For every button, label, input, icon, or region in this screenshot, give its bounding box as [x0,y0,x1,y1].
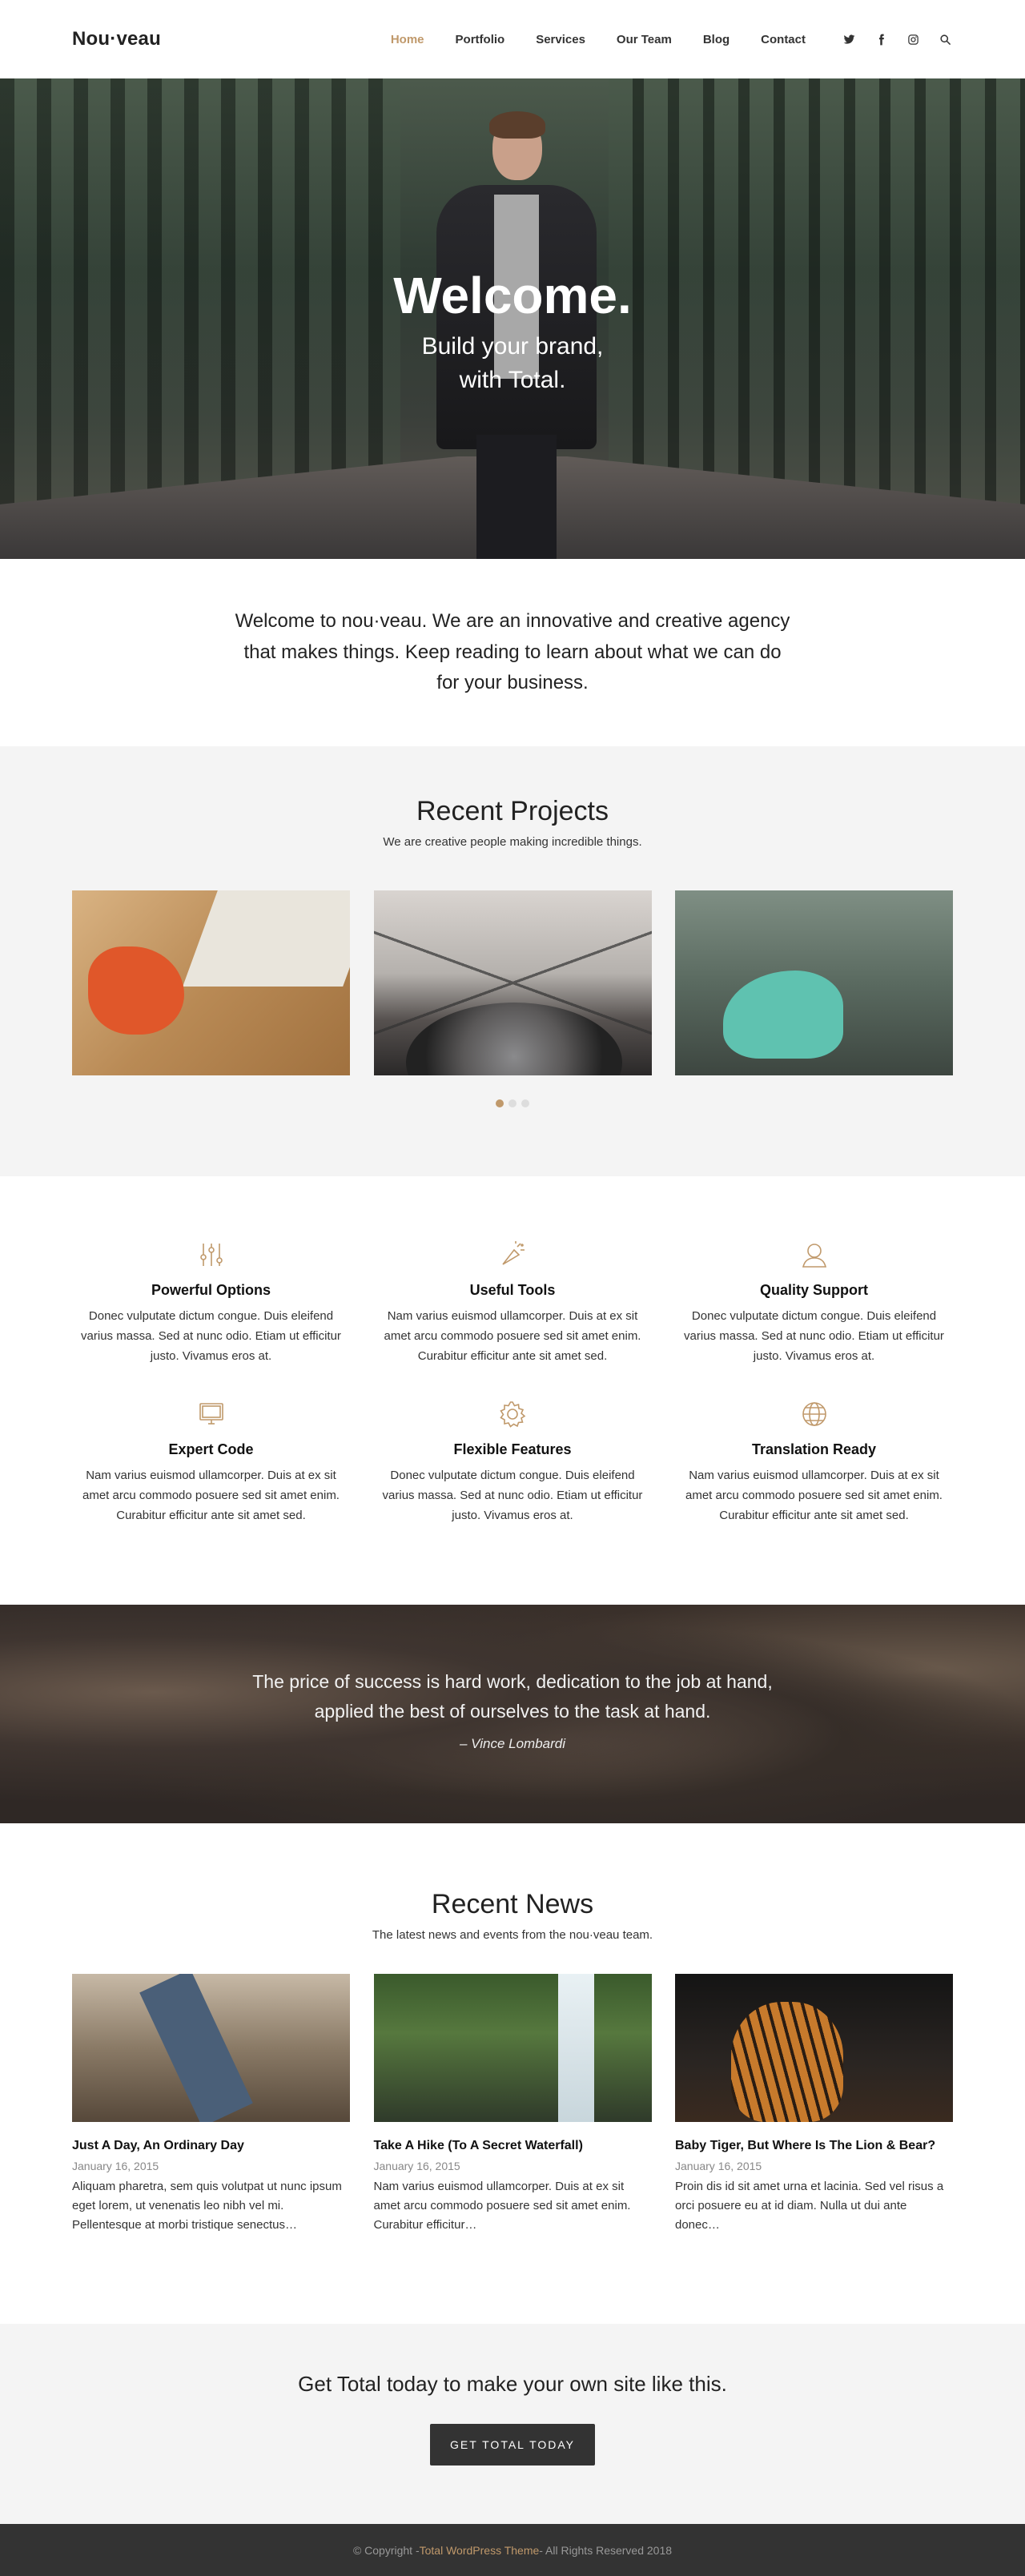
feature-powerful-options: Powerful Options Donec vulputate dictum … [72,1239,350,1366]
hero-subtitle-line1: Build your brand, [421,333,604,360]
project-image-desk[interactable] [72,890,350,1075]
feature-text: Nam varius euismod ullamcorper. Duis at … [685,1469,943,1522]
news-post-excerpt: Aliquam pharetra, sem quis volutpat ut n… [72,2180,342,2232]
carousel-dot-1[interactable] [496,1099,504,1107]
intro-text: Welcome to nou·veau. We are an innovativ… [235,610,790,694]
site-header: Nou·veau Home Portfolio Services Our Tea… [0,0,1025,78]
site-footer: © Copyright - Total WordPress Theme - Al… [0,2524,1025,2576]
quote-section: The price of success is hard work, dedic… [0,1605,1025,1823]
carousel-dot-3[interactable] [521,1099,529,1107]
nav-portfolio[interactable]: Portfolio [456,33,505,46]
carousel-dot-2[interactable] [508,1099,517,1107]
projects-carousel [0,890,1025,1075]
recent-projects-section: Recent Projects We are creative people m… [0,746,1025,1176]
news-post-title[interactable]: Baby Tiger, But Where Is The Lion & Bear… [675,2139,953,2153]
hero-title: Welcome. [393,267,632,324]
monitor-icon [195,1398,227,1430]
quote-text: The price of success is hard work, dedic… [252,1671,773,1722]
feature-flexible-features: Flexible Features Donec vulputate dictum… [374,1398,652,1525]
main-nav: Home Portfolio Services Our Team Blog Co… [360,31,953,47]
feature-text: Donec vulputate dictum congue. Duis elei… [382,1469,643,1522]
footer-prefix: © Copyright - [352,2543,420,2557]
feature-text: Nam varius euismod ullamcorper. Duis at … [384,1309,641,1363]
globe-icon [798,1398,830,1430]
nav-our-team[interactable]: Our Team [617,33,672,46]
gear-icon [496,1398,529,1430]
projects-subtitle: We are creative people making incredible… [383,835,642,849]
news-card: Just A Day, An Ordinary Day January 16, … [72,1974,350,2235]
hero-text: Welcome. Build your brand, with Total. [0,267,1025,397]
news-image[interactable] [72,1974,350,2122]
twitter-icon[interactable] [841,31,857,47]
site-logo[interactable]: Nou·veau [72,28,161,50]
intro-section: Welcome to nou·veau. We are an innovativ… [0,559,1025,746]
feature-translation-ready: Translation Ready Nam varius euismod ull… [675,1398,953,1525]
news-post-excerpt: Proin dis id sit amet urna et lacinia. S… [675,2180,944,2232]
news-post-title[interactable]: Just A Day, An Ordinary Day [72,2139,350,2153]
facebook-icon[interactable] [873,31,889,47]
news-card: Take A Hike (To A Secret Waterfall) Janu… [373,1974,652,2235]
project-image-scooter[interactable] [675,890,953,1075]
hero-subtitle-line2: with Total. [459,367,566,394]
news-image[interactable] [373,1974,652,2122]
news-post-date: January 16, 2015 [72,2160,159,2172]
news-post-title[interactable]: Take A Hike (To A Secret Waterfall) [374,2139,652,2153]
cta-title: Get Total today to make your own site li… [298,2372,727,2396]
nav-contact[interactable]: Contact [761,33,806,46]
nav-home[interactable]: Home [391,33,424,46]
projects-title: Recent Projects [416,796,609,826]
news-card: Baby Tiger, But Where Is The Lion & Bear… [675,1974,953,2235]
project-image-city[interactable] [373,890,652,1075]
news-post-date: January 16, 2015 [675,2160,762,2172]
feature-text: Donec vulputate dictum congue. Duis elei… [81,1309,341,1363]
feature-expert-code: Expert Code Nam varius euismod ullamcorp… [72,1398,350,1525]
hero-banner: Welcome. Build your brand, with Total. [0,78,1025,559]
feature-quality-support: Quality Support Donec vulputate dictum c… [675,1239,953,1366]
social-links [825,31,953,47]
cta-section: Get Total today to make your own site li… [0,2324,1025,2524]
magic-wand-icon [496,1239,529,1271]
news-post-excerpt: Nam varius euismod ullamcorper. Duis at … [373,2180,631,2232]
feature-text: Donec vulputate dictum congue. Duis elei… [684,1309,944,1363]
features-section: Powerful Options Donec vulputate dictum … [0,1176,1025,1605]
news-image[interactable] [675,1974,953,2122]
nav-services[interactable]: Services [536,33,585,46]
feature-title: Powerful Options [151,1282,271,1298]
feature-title: Expert Code [168,1441,254,1458]
instagram-icon[interactable] [905,31,921,47]
feature-title: Translation Ready [751,1441,877,1458]
news-post-date: January 16, 2015 [373,2160,460,2172]
hero-subtitle: Build your brand, with Total. [0,330,1025,397]
feature-title: Quality Support [760,1282,868,1298]
carousel-dots [0,1099,1025,1107]
search-icon[interactable] [937,31,953,47]
user-icon [798,1239,830,1271]
feature-title: Useful Tools [469,1282,556,1298]
footer-suffix: - All Rights Reserved 2018 [539,2543,673,2557]
sliders-icon [195,1239,227,1271]
footer-theme-link[interactable]: Total WordPress Theme [420,2544,540,2557]
feature-title: Flexible Features [453,1441,572,1458]
news-title: Recent News [431,1889,594,1919]
recent-news-section: Recent News The latest news and events f… [0,1823,1025,2324]
feature-text: Nam varius euismod ullamcorper. Duis at … [82,1469,340,1522]
news-subtitle: The latest news and events from the nou·… [372,1928,653,1942]
nav-blog[interactable]: Blog [703,33,730,46]
quote-author: – Vince Lombardi [460,1735,565,1751]
feature-useful-tools: Useful Tools Nam varius euismod ullamcor… [374,1239,652,1366]
get-total-button[interactable]: GET TOTAL TODAY [429,2424,596,2465]
